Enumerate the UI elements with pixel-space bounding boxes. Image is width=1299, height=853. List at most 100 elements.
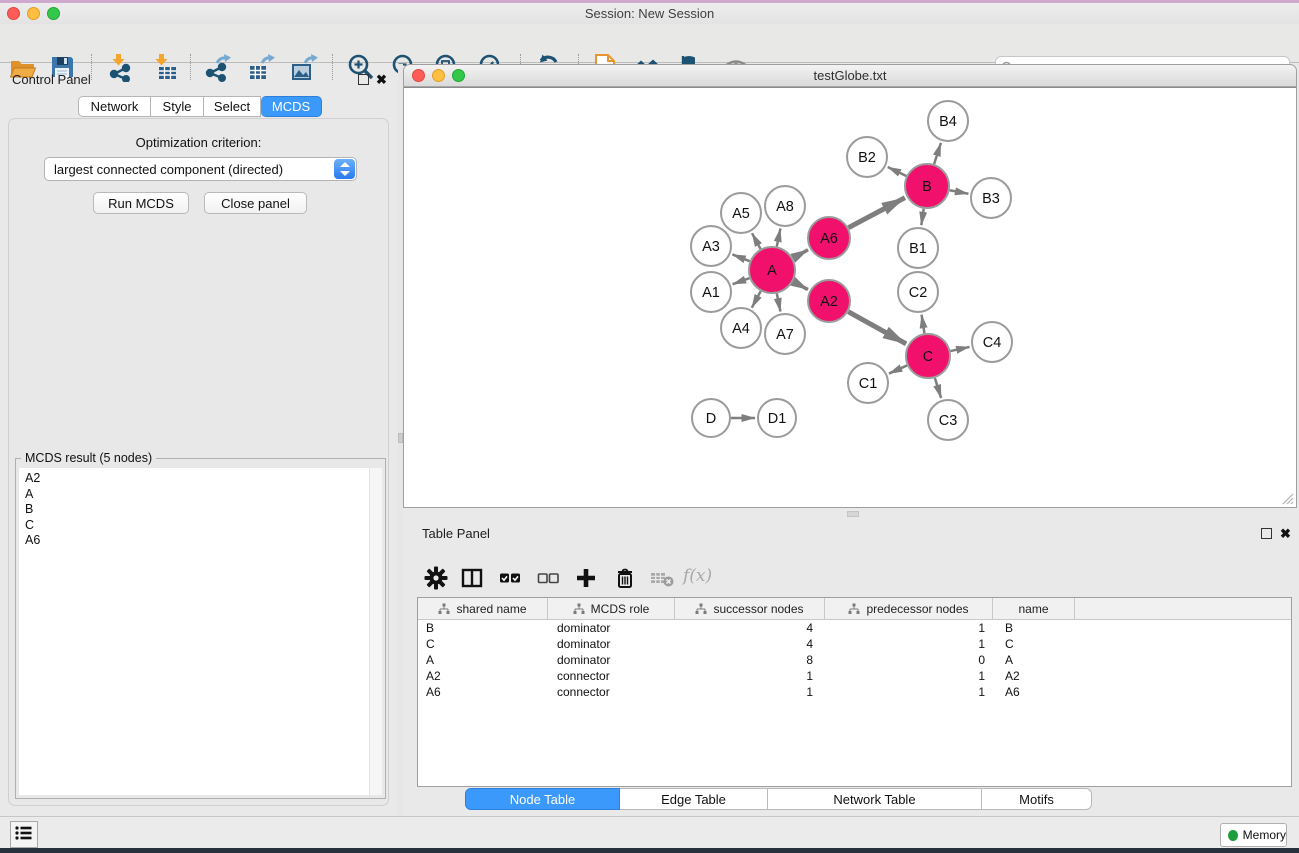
table-cell[interactable]: 1 [675, 668, 825, 684]
table-cell[interactable]: B [993, 620, 1075, 636]
node-A6[interactable]: A6 [808, 217, 850, 259]
control-panel-float-button[interactable] [358, 74, 369, 85]
edge-B-B4[interactable] [934, 143, 941, 164]
table-cell[interactable]: A2 [418, 668, 548, 684]
node-C[interactable]: C [906, 334, 950, 378]
edge-A-A5[interactable] [752, 233, 761, 249]
table-cell[interactable]: A2 [993, 668, 1075, 684]
edge-C-C3[interactable] [935, 378, 941, 398]
table-cell[interactable]: C [418, 636, 548, 652]
node-D[interactable]: D [692, 399, 730, 437]
table-row[interactable]: A6connector11A6 [418, 684, 1291, 700]
node-B[interactable]: B [905, 164, 949, 208]
node-C3[interactable]: C3 [928, 400, 968, 440]
node-B3[interactable]: B3 [971, 178, 1011, 218]
delete-column-button[interactable] [612, 566, 638, 592]
node-A3[interactable]: A3 [691, 226, 731, 266]
column-header-shared-name[interactable]: shared name [418, 598, 548, 620]
optimization-criterion-select[interactable]: largest connected component (directed) [44, 157, 357, 181]
table-cell[interactable]: C [993, 636, 1075, 652]
result-item[interactable]: A [25, 487, 369, 503]
table-row[interactable]: Bdominator41B [418, 620, 1291, 636]
table-row[interactable]: Adominator80A [418, 652, 1291, 668]
edge-A-A4[interactable] [752, 291, 761, 308]
table-cell[interactable]: A [993, 652, 1075, 668]
table-cell[interactable]: 8 [675, 652, 825, 668]
node-C2[interactable]: C2 [898, 272, 938, 312]
memory-button[interactable]: Memory [1220, 823, 1287, 847]
column-header-successor-nodes[interactable]: successor nodes [675, 598, 825, 620]
node-A7[interactable]: A7 [765, 314, 805, 354]
node-A4[interactable]: A4 [721, 308, 761, 348]
table-cell[interactable]: 1 [825, 620, 993, 636]
node-C1[interactable]: C1 [848, 363, 888, 403]
edge-C-C2[interactable] [922, 315, 925, 334]
node-D1[interactable]: D1 [758, 399, 796, 437]
table-cell[interactable]: A6 [418, 684, 548, 700]
table-row[interactable]: A2connector11A2 [418, 668, 1291, 684]
close-panel-button[interactable]: Close panel [204, 192, 307, 214]
deselect-all-button[interactable] [535, 566, 561, 592]
edge-A-A1[interactable] [733, 278, 750, 284]
edge-A-A7[interactable] [777, 294, 781, 312]
delete-table-button[interactable] [649, 566, 675, 592]
node-A1[interactable]: A1 [691, 272, 731, 312]
table-panel-float-button[interactable] [1261, 528, 1272, 539]
table-cell[interactable]: 1 [675, 684, 825, 700]
table-cell[interactable]: 4 [675, 636, 825, 652]
network-canvas[interactable]: AA1A2A3A4A5A6A7A8BB1B2B3B4CC1C2C3C4DD1 [404, 87, 1296, 507]
edge-A-A8[interactable] [777, 229, 781, 247]
result-item[interactable]: C [25, 518, 369, 534]
edge-A-A2[interactable] [793, 281, 808, 289]
table-panel-close-button[interactable]: ✖ [1280, 527, 1291, 540]
node-A2[interactable]: A2 [808, 280, 850, 322]
node-B2[interactable]: B2 [847, 137, 887, 177]
table-cell[interactable]: B [418, 620, 548, 636]
function-builder-button[interactable]: f(x) [683, 566, 712, 586]
edge-A6-B[interactable] [848, 198, 904, 228]
node-A5[interactable]: A5 [721, 193, 761, 233]
node-B4[interactable]: B4 [928, 101, 968, 141]
edge-C-C1[interactable] [889, 365, 907, 373]
table-cell[interactable]: 1 [825, 668, 993, 684]
edge-A-A6[interactable] [793, 250, 808, 259]
table-cell[interactable]: dominator [548, 652, 675, 668]
column-header-predecessor-nodes[interactable]: predecessor nodes [825, 598, 993, 620]
edge-A-A3[interactable] [732, 254, 749, 261]
table-cell[interactable]: dominator [548, 636, 675, 652]
column-header-name[interactable]: name [993, 598, 1075, 620]
tab-motifs[interactable]: Motifs [982, 788, 1092, 810]
create-column-button[interactable] [573, 566, 599, 592]
table-cell[interactable]: 1 [825, 684, 993, 700]
window-resize-grip[interactable] [1282, 493, 1294, 505]
edge-B-B3[interactable] [950, 190, 969, 194]
tab-network[interactable]: Network [78, 96, 151, 117]
edge-B-B1[interactable] [921, 209, 923, 225]
table-cell[interactable]: connector [548, 684, 675, 700]
control-panel-close-button[interactable]: ✖ [376, 73, 387, 86]
tab-style[interactable]: Style [151, 96, 204, 117]
table-cell[interactable]: 1 [825, 636, 993, 652]
task-history-button[interactable] [10, 821, 38, 848]
tab-network-table[interactable]: Network Table [768, 788, 982, 810]
tab-edge-table[interactable]: Edge Table [620, 788, 768, 810]
edge-A2-C[interactable] [848, 312, 906, 344]
table-cell[interactable]: 0 [825, 652, 993, 668]
node-B1[interactable]: B1 [898, 228, 938, 268]
result-scrollbar[interactable] [369, 468, 382, 795]
edge-C-C4[interactable] [950, 347, 969, 351]
node-A8[interactable]: A8 [765, 186, 805, 226]
show-columns-button[interactable] [459, 566, 485, 592]
table-cell[interactable]: dominator [548, 620, 675, 636]
column-header-MCDS-role[interactable]: MCDS role [548, 598, 675, 620]
tab-node-table[interactable]: Node Table [465, 788, 620, 810]
table-settings-button[interactable] [423, 566, 449, 592]
result-item[interactable]: B [25, 502, 369, 518]
table-cell[interactable]: A6 [993, 684, 1075, 700]
tab-select[interactable]: Select [204, 96, 261, 117]
network-window-titlebar[interactable]: testGlobe.txt [404, 65, 1296, 87]
table-cell[interactable]: connector [548, 668, 675, 684]
table-cell[interactable]: A [418, 652, 548, 668]
run-mcds-button[interactable]: Run MCDS [93, 192, 189, 214]
table-row[interactable]: Cdominator41C [418, 636, 1291, 652]
